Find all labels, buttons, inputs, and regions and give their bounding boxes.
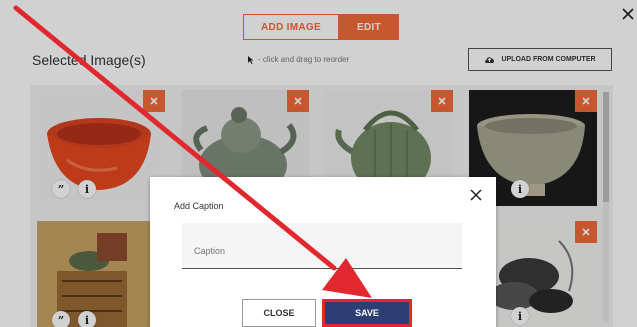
add-caption-dialog: Add Caption CLOSE SAVE: [150, 177, 496, 327]
caption-input[interactable]: [192, 245, 456, 257]
caption-field-wrapper: [182, 223, 462, 269]
close-icon[interactable]: [469, 188, 483, 202]
dialog-title: Add Caption: [174, 201, 224, 211]
close-button[interactable]: CLOSE: [242, 299, 316, 327]
save-button[interactable]: SAVE: [322, 299, 412, 327]
